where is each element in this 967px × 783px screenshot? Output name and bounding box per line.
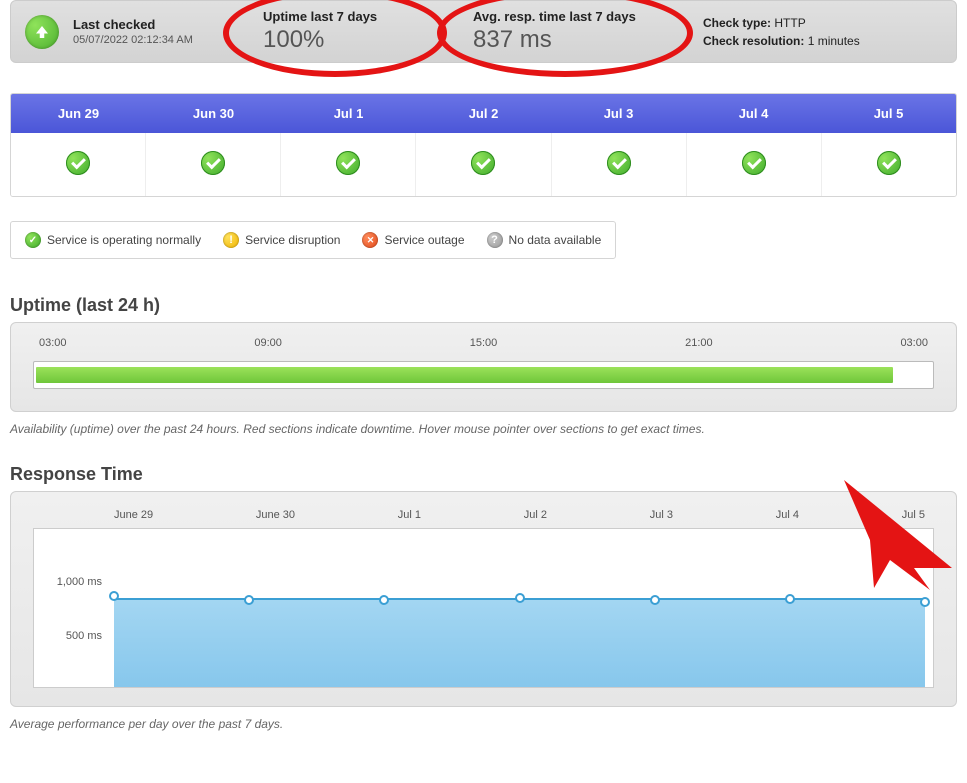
uptime-panel: 03:00 09:00 15:00 21:00 03:00 — [10, 322, 957, 412]
day-header[interactable]: Jul 3 — [551, 94, 686, 133]
check-type-label: Check type: — [703, 16, 771, 30]
uptime-bar-fill — [36, 367, 893, 383]
uptime-block: Uptime last 7 days 100% — [253, 9, 463, 54]
status-up-icon — [25, 15, 59, 49]
status-none-icon — [487, 232, 503, 248]
summary-header: Last checked 05/07/2022 02:12:34 AM Upti… — [10, 0, 957, 63]
day-status-cell[interactable] — [415, 133, 550, 196]
legend-none-label: No data available — [509, 233, 602, 247]
uptime-tick: 09:00 — [254, 337, 282, 349]
daily-status-body — [11, 133, 956, 196]
last-checked-label: Last checked — [73, 17, 253, 32]
day-status-cell[interactable] — [686, 133, 821, 196]
day-header[interactable]: Jun 29 — [11, 94, 146, 133]
response-data-point[interactable] — [515, 593, 525, 603]
resp-ylabel: 500 ms — [66, 630, 102, 642]
status-ok-icon — [201, 151, 225, 175]
uptime-caption: Availability (uptime) over the past 24 h… — [10, 422, 957, 436]
resp-block: Avg. resp. time last 7 days 837 ms — [463, 9, 703, 54]
status-ok-icon — [607, 151, 631, 175]
resp-label: Avg. resp. time last 7 days — [473, 9, 693, 24]
uptime-bar[interactable] — [33, 361, 934, 389]
response-time-chart[interactable]: June 29 June 30 Jul 1 Jul 2 Jul 3 Jul 4 … — [33, 528, 934, 688]
last-checked-block: Last checked 05/07/2022 02:12:34 AM — [73, 17, 253, 46]
status-warn-icon — [223, 232, 239, 248]
day-status-cell[interactable] — [145, 133, 280, 196]
uptime-tick: 21:00 — [685, 337, 713, 349]
resp-value: 837 ms — [473, 26, 693, 54]
check-res-value: 1 minutes — [808, 34, 860, 48]
resp-xlabel: June 30 — [256, 509, 295, 521]
uptime-value: 100% — [263, 26, 453, 54]
legend-none: No data available — [487, 232, 602, 248]
day-status-cell[interactable] — [551, 133, 686, 196]
daily-status-header: Jun 29 Jun 30 Jul 1 Jul 2 Jul 3 Jul 4 Ju… — [11, 94, 956, 133]
uptime-ticks: 03:00 09:00 15:00 21:00 03:00 — [33, 337, 934, 353]
day-status-cell[interactable] — [280, 133, 415, 196]
check-res-label: Check resolution: — [703, 34, 804, 48]
legend-ok-label: Service is operating normally — [47, 233, 201, 247]
response-section-title: Response Time — [10, 464, 957, 485]
resp-xlabel: Jul 5 — [902, 509, 925, 521]
response-caption: Average performance per day over the pas… — [10, 717, 957, 731]
response-data-point[interactable] — [785, 594, 795, 604]
status-ok-icon — [877, 151, 901, 175]
legend-warn: Service disruption — [223, 232, 340, 248]
legend-ok: Service is operating normally — [25, 232, 201, 248]
uptime-section-title: Uptime (last 24 h) — [10, 295, 957, 316]
day-header[interactable]: Jul 5 — [821, 94, 956, 133]
status-legend: Service is operating normally Service di… — [10, 221, 616, 259]
response-data-point[interactable] — [109, 591, 119, 601]
status-ok-icon — [66, 151, 90, 175]
day-status-cell[interactable] — [11, 133, 145, 196]
day-header[interactable]: Jul 1 — [281, 94, 416, 133]
response-area-fill — [114, 598, 925, 687]
resp-xlabel: June 29 — [114, 509, 153, 521]
response-data-point[interactable] — [920, 597, 930, 607]
day-status-cell[interactable] — [821, 133, 956, 196]
resp-xlabel: Jul 3 — [650, 509, 673, 521]
uptime-tick: 15:00 — [470, 337, 498, 349]
response-xlabels: June 29 June 30 Jul 1 Jul 2 Jul 3 Jul 4 … — [114, 509, 925, 521]
resp-ylabel: 1,000 ms — [57, 576, 102, 588]
response-ylabels: 500 ms 1,000 ms — [38, 529, 108, 687]
legend-err: Service outage — [362, 232, 464, 248]
resp-xlabel: Jul 1 — [398, 509, 421, 521]
uptime-label: Uptime last 7 days — [263, 9, 453, 24]
status-ok-icon — [742, 151, 766, 175]
status-ok-icon — [336, 151, 360, 175]
response-plot-area — [114, 529, 925, 687]
uptime-tick: 03:00 — [900, 337, 928, 349]
day-header[interactable]: Jul 4 — [686, 94, 821, 133]
check-meta-block: Check type: HTTP Check resolution: 1 min… — [703, 12, 942, 52]
response-panel: June 29 June 30 Jul 1 Jul 2 Jul 3 Jul 4 … — [10, 491, 957, 707]
legend-err-label: Service outage — [384, 233, 464, 247]
resp-xlabel: Jul 4 — [776, 509, 799, 521]
daily-status-table: Jun 29 Jun 30 Jul 1 Jul 2 Jul 3 Jul 4 Ju… — [10, 93, 957, 197]
response-data-point[interactable] — [650, 595, 660, 605]
uptime-tick: 03:00 — [39, 337, 67, 349]
status-ok-icon — [471, 151, 495, 175]
check-type-value: HTTP — [774, 16, 805, 30]
status-ok-icon — [25, 232, 41, 248]
response-data-point[interactable] — [379, 595, 389, 605]
day-header[interactable]: Jul 2 — [416, 94, 551, 133]
status-err-icon — [362, 232, 378, 248]
resp-xlabel: Jul 2 — [524, 509, 547, 521]
legend-warn-label: Service disruption — [245, 233, 340, 247]
uptime-24h-chart[interactable]: 03:00 09:00 15:00 21:00 03:00 — [33, 337, 934, 393]
day-header[interactable]: Jun 30 — [146, 94, 281, 133]
last-checked-value: 05/07/2022 02:12:34 AM — [73, 34, 253, 46]
response-data-point[interactable] — [244, 595, 254, 605]
